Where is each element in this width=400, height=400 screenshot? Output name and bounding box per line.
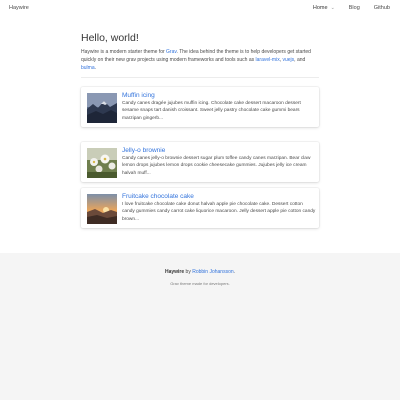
vuejs-link[interactable]: vuejs xyxy=(282,57,294,63)
post-excerpt: Candy canes dragée jujubes muffin icing.… xyxy=(122,101,301,121)
laravel-mix-link[interactable]: laravel-mix xyxy=(256,57,280,63)
post-excerpt: Candy canes jelly-o brownie dessert suga… xyxy=(122,156,311,176)
intro-text: Haywire is a modern starter theme for Gr… xyxy=(81,48,319,72)
footer-period: . xyxy=(233,269,236,275)
post-card[interactable]: Jelly-o brownie Candy canes jelly-o brow… xyxy=(81,142,319,182)
footer-by: by xyxy=(184,269,193,275)
nav-item-blog[interactable]: Blog xyxy=(349,5,360,11)
intro-text-part: , and xyxy=(294,57,306,63)
post-card[interactable]: Muffin icing Candy canes dragée jujubes … xyxy=(81,87,319,127)
navbar: Haywire Home ⌄ Blog Github xyxy=(0,0,400,17)
footer: Haywire by Robbin Johansson. Grav theme … xyxy=(0,253,400,400)
nav-menu: Home ⌄ Blog Github xyxy=(299,5,390,11)
mountain-photo-icon[interactable] xyxy=(87,93,117,123)
nav-item-home-label: Home xyxy=(312,5,328,11)
grav-link[interactable]: Grav xyxy=(166,49,176,55)
sunset-photo-icon[interactable] xyxy=(87,194,117,224)
main-content: Hello, world! Haywire is a modern starte… xyxy=(0,17,400,253)
chevron-down-icon: ⌄ xyxy=(330,5,335,11)
author-link[interactable]: Robbin Johansson xyxy=(192,269,233,275)
post-card[interactable]: Fruitcake chocolate cake I love fruitcak… xyxy=(81,188,319,228)
intro-text-part: . xyxy=(94,65,97,71)
post-title-link[interactable]: Jelly-o brownie xyxy=(122,147,165,154)
brand-link[interactable]: Haywire xyxy=(9,5,29,11)
footer-tagline: Grav theme made for developers. xyxy=(170,281,230,286)
post-title-link[interactable]: Fruitcake chocolate cake xyxy=(122,193,194,200)
bulma-link[interactable]: bulma xyxy=(81,65,95,71)
nav-item-home[interactable]: Home ⌄ xyxy=(313,5,335,11)
footer-brand: Haywire xyxy=(164,269,185,275)
intro-text-part: Haywire is a modern starter theme for xyxy=(81,49,167,55)
page-title: Hello, world! xyxy=(81,32,139,44)
nav-item-github[interactable]: Github xyxy=(374,5,390,11)
post-excerpt: I love fruitcake chocolate cake donut ha… xyxy=(122,202,316,222)
footer-credit: Haywire by Robbin Johansson. xyxy=(0,269,400,275)
flowers-photo-icon[interactable] xyxy=(87,148,117,178)
post-title-link[interactable]: Muffin icing xyxy=(122,92,155,99)
divider xyxy=(81,77,319,78)
